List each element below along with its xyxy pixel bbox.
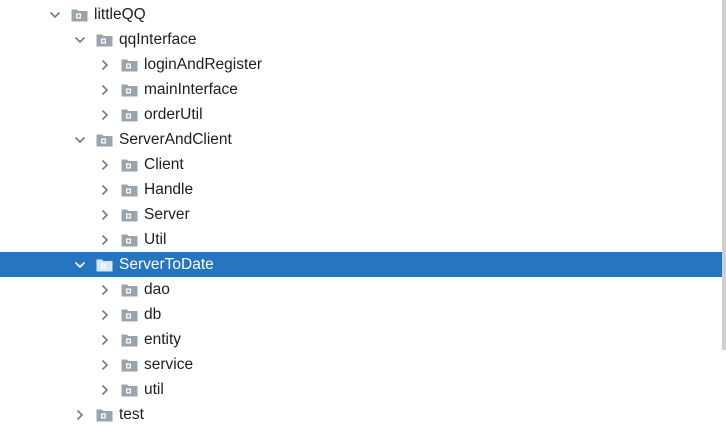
tree-node-label: littleQQ xyxy=(94,6,146,23)
tree-row[interactable]: mainInterface xyxy=(0,77,722,102)
chevron-right-icon[interactable] xyxy=(98,358,112,372)
tree-node-label: ServerAndClient xyxy=(119,131,232,148)
chevron-right-icon[interactable] xyxy=(98,308,112,322)
chevron-right-icon[interactable] xyxy=(98,183,112,197)
package-folder-icon xyxy=(121,208,138,222)
package-folder-icon xyxy=(121,83,138,97)
chevron-right-icon[interactable] xyxy=(98,283,112,297)
tree-node-label: loginAndRegister xyxy=(144,56,263,73)
chevron-right-icon[interactable] xyxy=(98,158,112,172)
tree-row[interactable]: dao xyxy=(0,277,722,302)
package-folder-icon xyxy=(96,133,113,147)
chevron-down-icon[interactable] xyxy=(48,8,62,22)
tree-row[interactable]: db xyxy=(0,302,722,327)
tree-row[interactable]: entity xyxy=(0,327,722,352)
chevron-down-icon[interactable] xyxy=(73,33,87,47)
package-folder-icon xyxy=(121,58,138,72)
tree-node-label: ServerToDate xyxy=(119,256,214,273)
chevron-right-icon[interactable] xyxy=(98,58,112,72)
package-folder-icon xyxy=(121,183,138,197)
tree-node-label: dao xyxy=(144,281,170,298)
package-folder-icon xyxy=(121,358,138,372)
package-folder-icon xyxy=(121,308,138,322)
tree-row[interactable]: Client xyxy=(0,152,722,177)
tree-node-label: qqInterface xyxy=(119,31,197,48)
package-folder-icon xyxy=(121,108,138,122)
tree-row[interactable]: ServerToDate xyxy=(0,252,722,277)
chevron-right-icon[interactable] xyxy=(98,108,112,122)
chevron-down-icon[interactable] xyxy=(73,133,87,147)
tree-row[interactable]: Server xyxy=(0,202,722,227)
tree-row[interactable]: util xyxy=(0,377,722,402)
vertical-scrollbar[interactable] xyxy=(722,0,726,350)
chevron-right-icon[interactable] xyxy=(73,408,87,422)
package-folder-icon xyxy=(96,33,113,47)
tree-row[interactable]: service xyxy=(0,352,722,377)
tree-row[interactable]: littleQQ xyxy=(0,2,722,27)
chevron-right-icon[interactable] xyxy=(98,83,112,97)
tree-node-label: util xyxy=(144,381,164,398)
chevron-right-icon[interactable] xyxy=(98,233,112,247)
tree-row[interactable]: ServerAndClient xyxy=(0,127,722,152)
tree-node-label: Handle xyxy=(144,181,194,198)
package-folder-icon xyxy=(121,283,138,297)
package-folder-icon xyxy=(71,8,88,22)
tree-row[interactable]: Handle xyxy=(0,177,722,202)
tree-node-label: mainInterface xyxy=(144,81,238,98)
package-folder-icon xyxy=(96,258,113,272)
tree-node-label: test xyxy=(119,406,144,423)
tree-node-label: Server xyxy=(144,206,190,223)
chevron-down-icon[interactable] xyxy=(73,258,87,272)
package-folder-icon xyxy=(96,408,113,422)
tree-row[interactable]: qqInterface xyxy=(0,27,722,52)
tree-row[interactable]: Util xyxy=(0,227,722,252)
package-folder-icon xyxy=(121,383,138,397)
package-folder-icon xyxy=(121,158,138,172)
package-folder-icon xyxy=(121,333,138,347)
tree-node-label: orderUtil xyxy=(144,106,203,123)
package-folder-icon xyxy=(121,233,138,247)
tree-row[interactable]: loginAndRegister xyxy=(0,52,722,77)
tree-node-label: Client xyxy=(144,156,184,173)
tree-node-label: service xyxy=(144,356,194,373)
tree-row[interactable]: test xyxy=(0,402,722,427)
tree-node-label: db xyxy=(144,306,162,323)
chevron-right-icon[interactable] xyxy=(98,208,112,222)
tree-node-label: entity xyxy=(144,331,182,348)
chevron-right-icon[interactable] xyxy=(98,383,112,397)
project-tree: littleQQ qqInterface loginAndRegister mainI… xyxy=(0,2,722,427)
chevron-right-icon[interactable] xyxy=(98,333,112,347)
tree-row[interactable]: orderUtil xyxy=(0,102,722,127)
tree-node-label: Util xyxy=(144,231,167,248)
